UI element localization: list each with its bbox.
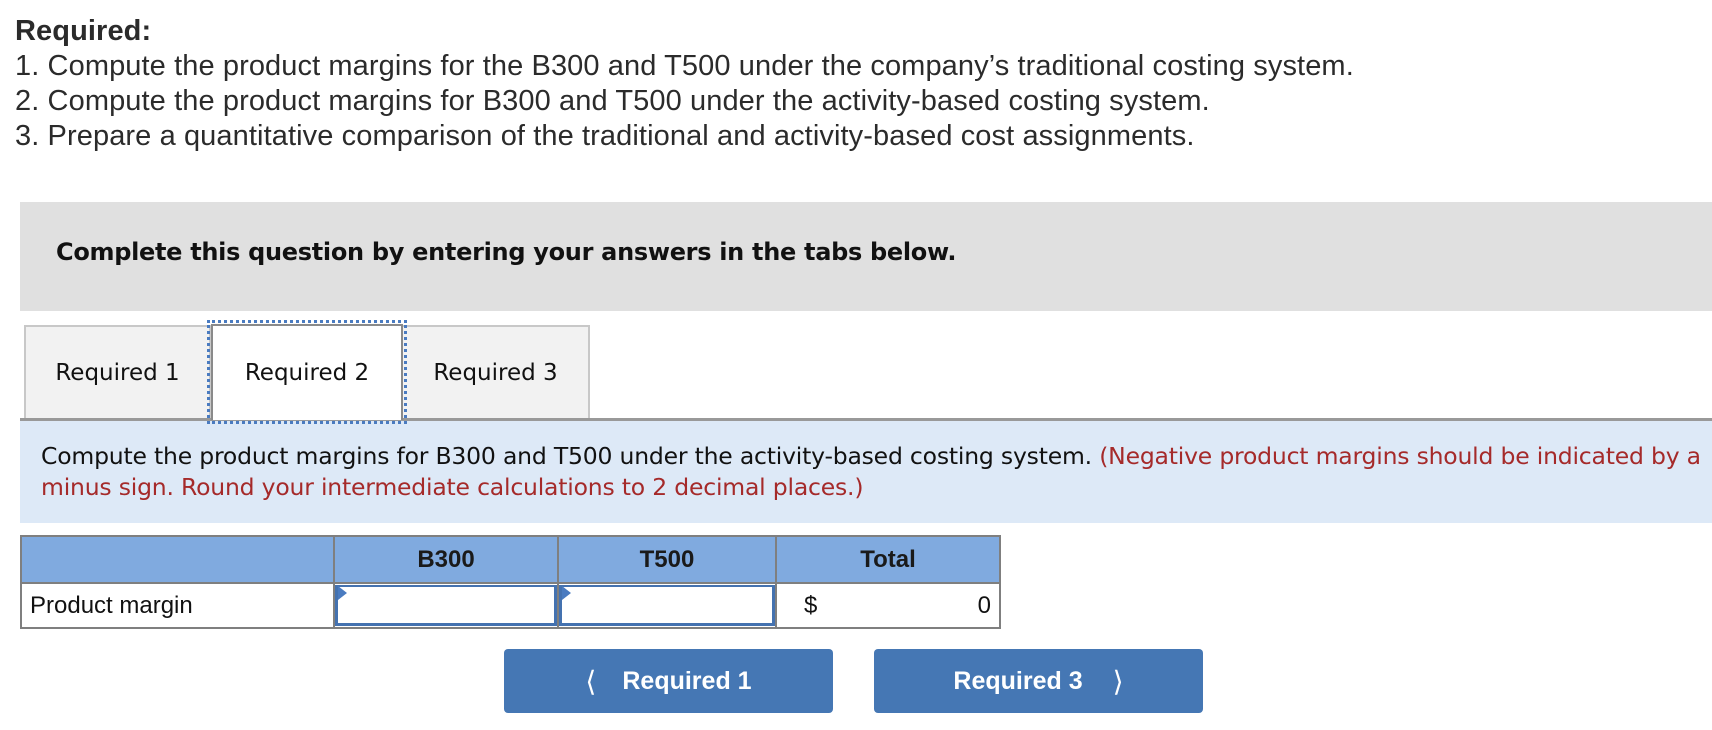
- tab-required-3[interactable]: Required 3: [403, 325, 590, 419]
- table-row: Product margin $ 0: [20, 582, 1001, 629]
- required-item-1: 1. Compute the product margins for the B…: [15, 50, 1354, 82]
- prev-button-label: Required 1: [622, 666, 752, 695]
- instruction-text: Compute the product margins for B300 and…: [41, 441, 1701, 503]
- total-value: 0: [977, 592, 991, 619]
- next-required-3-button[interactable]: Required 3 ⟩: [874, 649, 1203, 713]
- total-cell: $ 0: [775, 582, 1001, 629]
- banner-text: Complete this question by entering your …: [56, 238, 957, 266]
- tab-required-1[interactable]: Required 1: [24, 325, 211, 419]
- b300-product-margin-input[interactable]: [335, 585, 557, 626]
- input-flag-icon: [338, 586, 347, 600]
- instruction-main: Compute the product margins for B300 and…: [41, 442, 1092, 470]
- required-heading: Required:: [15, 15, 152, 47]
- header-total: Total: [775, 535, 1001, 584]
- question-instruction: Compute the product margins for B300 and…: [20, 421, 1712, 523]
- currency-symbol: $: [804, 592, 818, 619]
- instructions-banner: Complete this question by entering your …: [20, 202, 1712, 311]
- tab-required-2[interactable]: Required 2: [207, 320, 407, 424]
- header-t500: T500: [557, 535, 777, 584]
- t500-cell: [557, 582, 777, 629]
- t500-product-margin-input[interactable]: [559, 585, 775, 626]
- required-section: Required: 1. Compute the product margins…: [15, 14, 1354, 154]
- b300-cell: [333, 582, 559, 629]
- header-blank: [20, 535, 335, 584]
- previous-required-1-button[interactable]: ⟨ Required 1: [504, 649, 833, 713]
- next-button-label: Required 3: [953, 666, 1083, 695]
- required-item-2: 2. Compute the product margins for B300 …: [15, 85, 1210, 117]
- input-flag-icon: [562, 586, 571, 600]
- table-header-row: B300 T500 Total: [20, 535, 1001, 584]
- chevron-right-icon: ⟩: [1112, 665, 1124, 697]
- tab-strip: Required 1 Required 2 Required 3: [24, 320, 590, 424]
- required-item-3: 3. Prepare a quantitative comparison of …: [15, 120, 1195, 152]
- product-margin-table: B300 T500 Total Product margin $ 0: [20, 535, 1001, 629]
- header-b300: B300: [333, 535, 559, 584]
- row-label-product-margin: Product margin: [20, 582, 335, 629]
- chevron-left-icon: ⟨: [585, 665, 597, 697]
